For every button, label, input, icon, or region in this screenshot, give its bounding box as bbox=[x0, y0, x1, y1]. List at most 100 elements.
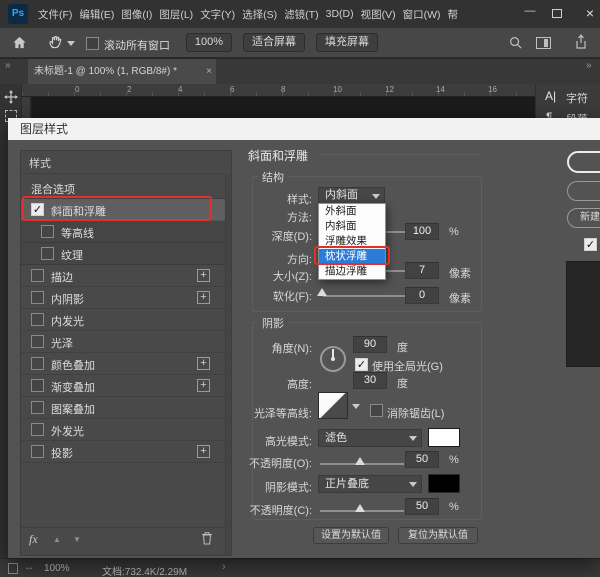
scroll-all-windows-checkbox[interactable] bbox=[86, 37, 99, 50]
status-expand-icon[interactable]: › bbox=[222, 561, 226, 573]
tools-collapse-icon[interactable]: » bbox=[5, 60, 11, 71]
dropdown-option-stroke-emboss[interactable]: 描边浮雕 bbox=[319, 264, 385, 279]
fx-button[interactable]: fx bbox=[29, 532, 38, 547]
inner-shadow-checkbox[interactable] bbox=[31, 291, 44, 304]
status-zoom-field[interactable]: 100% bbox=[44, 563, 70, 574]
menu-layer[interactable]: 图层(L) bbox=[159, 7, 193, 22]
style-row-color-overlay[interactable]: 颜色叠加 + bbox=[21, 353, 225, 375]
panels-collapse-icon[interactable]: » bbox=[586, 60, 592, 71]
maximize-button[interactable] bbox=[552, 9, 562, 18]
soften-slider[interactable] bbox=[323, 295, 405, 297]
dropdown-option-inner-bevel[interactable]: 内斜面 bbox=[319, 219, 385, 234]
satin-checkbox[interactable] bbox=[31, 335, 44, 348]
style-row-blending-options[interactable]: 混合选项 bbox=[21, 177, 225, 199]
style-row-stroke[interactable]: 描边 + bbox=[21, 265, 225, 287]
bevel-emboss-checkbox[interactable]: ✓ bbox=[31, 203, 44, 216]
move-tool-icon[interactable] bbox=[4, 90, 18, 109]
reset-default-button[interactable]: 复位为默认值 bbox=[398, 527, 478, 544]
style-row-inner-glow[interactable]: 内发光 bbox=[21, 309, 225, 331]
depth-input[interactable]: 100 bbox=[405, 223, 439, 240]
style-row-texture[interactable]: 纹理 bbox=[21, 243, 225, 265]
menu-file[interactable]: 文件(F) bbox=[38, 7, 72, 22]
style-row-outer-glow[interactable]: 外发光 bbox=[21, 419, 225, 441]
hand-tool-chevron-icon[interactable] bbox=[67, 41, 75, 46]
style-select[interactable]: 内斜面 bbox=[318, 187, 385, 204]
share-icon[interactable] bbox=[574, 34, 588, 55]
highlight-opacity-input[interactable]: 50 bbox=[405, 451, 439, 468]
hand-tool-icon[interactable] bbox=[48, 34, 64, 55]
global-light-checkbox[interactable]: ✓ bbox=[355, 358, 368, 371]
move-effect-down-icon[interactable]: ▼ bbox=[73, 535, 81, 544]
anti-alias-checkbox[interactable] bbox=[370, 404, 383, 417]
dropdown-option-emboss[interactable]: 浮雕效果 bbox=[319, 234, 385, 249]
gloss-contour-chevron-icon[interactable] bbox=[352, 404, 360, 409]
style-row-pattern-overlay[interactable]: 图案叠加 bbox=[21, 397, 225, 419]
gradient-overlay-checkbox[interactable] bbox=[31, 379, 44, 392]
color-overlay-checkbox[interactable] bbox=[31, 357, 44, 370]
dropdown-option-outer-bevel[interactable]: 外斜面 bbox=[319, 204, 385, 219]
texture-checkbox[interactable] bbox=[41, 247, 54, 260]
style-select-chevron-icon bbox=[372, 194, 380, 199]
set-default-button[interactable]: 设置为默认值 bbox=[313, 527, 389, 544]
highlight-mode-select[interactable]: 滤色 bbox=[318, 429, 422, 447]
search-icon[interactable] bbox=[508, 35, 523, 55]
add-gradient-overlay-icon[interactable]: + bbox=[197, 379, 210, 392]
shadow-opacity-thumb[interactable] bbox=[355, 504, 365, 512]
shadow-mode-select[interactable]: 正片叠底 bbox=[318, 475, 422, 493]
zoom-100-button[interactable]: 100% bbox=[186, 33, 232, 52]
style-row-gradient-overlay[interactable]: 渐变叠加 + bbox=[21, 375, 225, 397]
close-button[interactable]: × bbox=[582, 5, 598, 21]
soften-input[interactable]: 0 bbox=[405, 287, 439, 304]
add-stroke-icon[interactable]: + bbox=[197, 269, 210, 282]
drop-shadow-checkbox[interactable] bbox=[31, 445, 44, 458]
style-row-bevel-emboss[interactable]: ✓ 斜面和浮雕 bbox=[21, 199, 225, 221]
document-tab[interactable]: 未标题-1 @ 100% (1, RGB/8#) * × bbox=[28, 59, 216, 84]
dropdown-option-pillow-emboss[interactable]: 枕状浮雕 bbox=[319, 249, 385, 264]
inner-glow-checkbox[interactable] bbox=[31, 313, 44, 326]
ok-button[interactable] bbox=[567, 151, 600, 173]
menu-select[interactable]: 选择(S) bbox=[242, 7, 277, 22]
style-row-contour[interactable]: 等高线 bbox=[21, 221, 225, 243]
shadow-opacity-input[interactable]: 50 bbox=[405, 498, 439, 515]
preview-checkbox[interactable]: ✓ bbox=[584, 238, 597, 251]
new-style-button[interactable]: 新建样式 bbox=[567, 208, 600, 228]
shadow-color-swatch[interactable] bbox=[428, 474, 460, 493]
fit-screen-button[interactable]: 适合屏幕 bbox=[243, 33, 305, 52]
ruler-tick: 4 bbox=[178, 85, 182, 94]
contour-checkbox[interactable] bbox=[41, 225, 54, 238]
pattern-overlay-checkbox[interactable] bbox=[31, 401, 44, 414]
outer-glow-checkbox[interactable] bbox=[31, 423, 44, 436]
menu-window[interactable]: 窗口(W) bbox=[403, 7, 441, 22]
cancel-button[interactable] bbox=[567, 181, 600, 201]
tab-close-icon[interactable]: × bbox=[206, 59, 212, 84]
stroke-checkbox[interactable] bbox=[31, 269, 44, 282]
menu-help[interactable]: 帮 bbox=[448, 7, 459, 22]
style-row-satin[interactable]: 光泽 bbox=[21, 331, 225, 353]
menu-type[interactable]: 文字(Y) bbox=[200, 7, 235, 22]
angle-dial[interactable] bbox=[320, 346, 346, 372]
menu-image[interactable]: 图像(I) bbox=[121, 7, 152, 22]
photoshop-window: Ps 文件(F) 编辑(E) 图像(I) 图层(L) 文字(Y) 选择(S) 滤… bbox=[0, 0, 600, 577]
style-row-drop-shadow[interactable]: 投影 + bbox=[21, 441, 225, 463]
workspace-panel-icon[interactable] bbox=[536, 37, 551, 49]
angle-input[interactable]: 90 bbox=[353, 336, 387, 353]
fill-screen-button[interactable]: 填充屏幕 bbox=[316, 33, 378, 52]
menu-filter[interactable]: 滤镜(T) bbox=[284, 7, 318, 22]
minimize-button[interactable]: — bbox=[518, 5, 542, 17]
size-input[interactable]: 7 bbox=[405, 262, 439, 279]
soften-slider-thumb[interactable] bbox=[317, 288, 327, 296]
add-inner-shadow-icon[interactable]: + bbox=[197, 291, 210, 304]
home-icon[interactable] bbox=[12, 35, 27, 55]
depth-unit: % bbox=[449, 226, 459, 238]
menu-3d[interactable]: 3D(D) bbox=[326, 8, 354, 20]
altitude-input[interactable]: 30 bbox=[353, 372, 387, 389]
move-effect-up-icon[interactable]: ▲ bbox=[53, 535, 61, 544]
gloss-contour-thumbnail[interactable] bbox=[318, 392, 348, 419]
menu-view[interactable]: 视图(V) bbox=[361, 7, 396, 22]
add-color-overlay-icon[interactable]: + bbox=[197, 357, 210, 370]
highlight-opacity-thumb[interactable] bbox=[355, 457, 365, 465]
delete-effect-icon[interactable] bbox=[201, 531, 213, 550]
menu-edit[interactable]: 编辑(E) bbox=[79, 7, 114, 22]
style-row-inner-shadow[interactable]: 内阴影 + bbox=[21, 287, 225, 309]
highlight-color-swatch[interactable] bbox=[428, 428, 460, 447]
